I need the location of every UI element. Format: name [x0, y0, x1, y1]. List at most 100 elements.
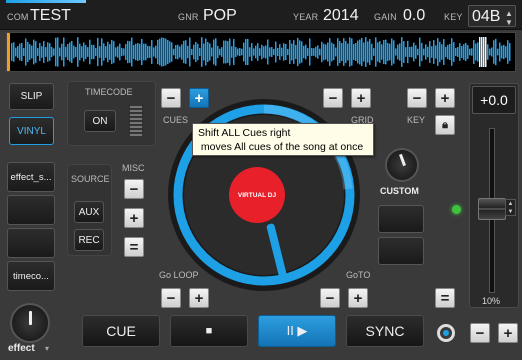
- waveform-bar: [431, 46, 433, 58]
- effect-slot-3[interactable]: [7, 228, 55, 258]
- gain-label: GAIN: [374, 12, 397, 22]
- play-pause-button[interactable]: II ▶: [258, 315, 336, 347]
- waveform-bar: [101, 38, 103, 66]
- goto-plus-button[interactable]: +: [348, 288, 368, 308]
- waveform-bar: [255, 45, 257, 59]
- waveform-bar: [141, 38, 143, 66]
- waveform-bar: [401, 37, 403, 67]
- effect-slot-2[interactable]: [7, 195, 55, 225]
- timecode-title: TIMECODE: [85, 87, 133, 97]
- waveform-bar: [59, 47, 61, 57]
- waveform-bar: [53, 48, 55, 56]
- waveform-bar: [161, 37, 163, 67]
- waveform-bar: [311, 48, 313, 56]
- waveform-bar: [73, 45, 75, 59]
- tooltip-line-1: Shift ALL Cues right: [198, 127, 291, 139]
- waveform-bar: [443, 39, 445, 65]
- misc-minus-button[interactable]: −: [124, 179, 144, 199]
- waveform-bar: [201, 37, 203, 67]
- pitch-plus-button[interactable]: +: [498, 323, 518, 343]
- key-lock-button[interactable]: 🔒︎: [435, 115, 455, 135]
- waveform-bar: [253, 48, 255, 56]
- waveform-graphic: [7, 33, 511, 71]
- grid-plus-button[interactable]: +: [351, 88, 371, 108]
- waveform-bar: [65, 46, 67, 58]
- waveform-bar: [295, 44, 297, 60]
- pitch-range-arrows[interactable]: ▲ ▼: [505, 199, 516, 216]
- timecode-slot[interactable]: timeco...: [7, 261, 55, 291]
- misc-plus-button[interactable]: +: [124, 208, 144, 228]
- waveform-bar: [117, 46, 119, 58]
- timecode-on-button[interactable]: ON: [84, 110, 116, 132]
- pitch-slider-handle[interactable]: [478, 198, 506, 220]
- pitch-minus-button[interactable]: −: [470, 323, 490, 343]
- waveform-bar: [227, 41, 229, 63]
- waveform-bar: [211, 47, 213, 57]
- waveform-bar: [229, 38, 231, 66]
- key-box[interactable]: 04B ▲ ▼: [468, 5, 516, 27]
- waveform-bar: [265, 45, 267, 59]
- gain-value[interactable]: 0.0: [403, 7, 425, 25]
- genre-label: GNR: [178, 12, 199, 22]
- waveform-bar: [271, 47, 273, 57]
- waveform-bar: [181, 44, 183, 60]
- cue-button[interactable]: CUE: [82, 315, 160, 347]
- waveform-bar: [307, 48, 309, 56]
- waveform-bar: [417, 48, 419, 56]
- waveform-bar: [405, 47, 407, 57]
- waveform-bar: [247, 38, 249, 66]
- waveform-bar: [193, 44, 195, 60]
- waveform-bar: [433, 40, 435, 64]
- right-equals-button[interactable]: =: [435, 288, 455, 308]
- sync-button[interactable]: SYNC: [346, 315, 424, 347]
- custom-button-1[interactable]: [378, 205, 424, 233]
- custom-button-2[interactable]: [378, 237, 424, 265]
- waveform-bar: [293, 40, 295, 64]
- waveform-bar: [87, 47, 89, 57]
- waveform-bar: [411, 46, 413, 58]
- waveform-bar: [207, 41, 209, 63]
- misc-equals-button[interactable]: =: [124, 237, 144, 257]
- waveform-bar: [11, 43, 13, 61]
- top-accent-strip: [6, 0, 86, 3]
- goto-minus-button[interactable]: −: [320, 288, 340, 308]
- waveform-bar: [107, 41, 109, 63]
- pitch-range-label: 10%: [482, 296, 501, 306]
- waveform-bar: [467, 45, 469, 59]
- effect-knob[interactable]: [10, 303, 50, 343]
- slip-button[interactable]: SLIP: [9, 83, 54, 110]
- effect-slot-1[interactable]: effect_s...: [7, 162, 55, 192]
- waveform-bar: [245, 39, 247, 65]
- custom-knob-indicator: [399, 153, 406, 167]
- waveform-bar: [345, 40, 347, 64]
- waveform-overview[interactable]: [6, 32, 516, 72]
- waveform-bar: [157, 39, 159, 65]
- goloop-plus-button[interactable]: +: [189, 288, 209, 308]
- aux-button[interactable]: AUX: [74, 201, 104, 223]
- waveform-bar: [281, 47, 283, 57]
- waveform-bar: [381, 44, 383, 60]
- grid-label: GRID: [351, 115, 374, 125]
- year-label: YEAR: [293, 12, 319, 22]
- effect-dropdown-icon[interactable]: ▾: [45, 344, 49, 353]
- waveform-bar: [427, 46, 429, 58]
- waveform-bar: [127, 40, 129, 64]
- stop-button[interactable]: ■: [170, 315, 248, 347]
- vinyl-button[interactable]: VINYL: [9, 117, 54, 145]
- waveform-bar: [119, 43, 121, 61]
- waveform-bar: [113, 41, 115, 63]
- waveform-bar: [447, 44, 449, 60]
- sync-mode-icon[interactable]: [437, 324, 455, 342]
- waveform-bar: [241, 48, 243, 56]
- waveform-bar: [27, 41, 29, 63]
- custom-knob[interactable]: [385, 148, 419, 182]
- key-plus-button[interactable]: +: [435, 88, 455, 108]
- key-minus-button[interactable]: −: [407, 88, 427, 108]
- waveform-bar: [205, 38, 207, 66]
- waveform-bar: [171, 42, 173, 62]
- grid-minus-button[interactable]: −: [323, 88, 343, 108]
- waveform-bar: [395, 48, 397, 56]
- rec-button[interactable]: REC: [74, 229, 104, 251]
- goloop-minus-button[interactable]: −: [161, 288, 181, 308]
- waveform-bar: [367, 41, 369, 63]
